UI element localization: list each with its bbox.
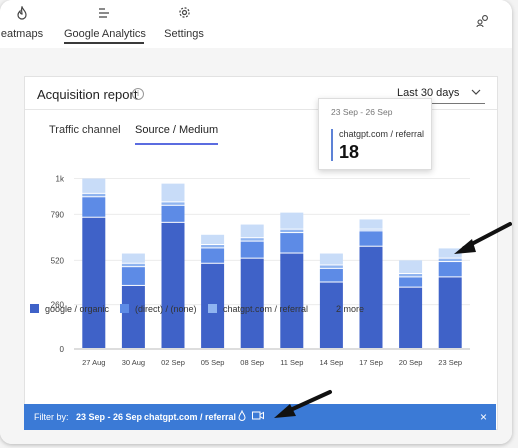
bar-segment [82, 197, 106, 217]
filter-label: Filter by: [34, 412, 69, 422]
legend-direct-none[interactable]: (direct) / (none) [120, 304, 197, 314]
bar-segment [240, 224, 264, 238]
bar-segment [438, 277, 462, 348]
x-tick-label: 14 Sep [320, 358, 344, 367]
y-tick-label: 790 [51, 210, 65, 219]
x-tick-label: 11 Sep [280, 358, 303, 367]
annotation-arrow-right [454, 222, 512, 254]
bar-segment [319, 265, 343, 268]
bar-segment [161, 222, 185, 348]
bar-segment [319, 268, 343, 282]
legend-swatch [30, 304, 39, 313]
bar-segment [121, 285, 145, 348]
bar-segment [121, 267, 145, 285]
bar-segment [82, 193, 106, 197]
bar-segment [240, 238, 264, 241]
bar-segment [359, 229, 383, 231]
close-filter-button[interactable]: × [480, 410, 487, 424]
filter-bar: Filter by: 23 Sep - 26 Sep chatgpt.com /… [24, 404, 496, 430]
bar-segment [201, 234, 225, 245]
y-tick-label: 0 [60, 345, 65, 354]
legend-label: (direct) / (none) [135, 304, 197, 314]
x-tick-label: 08 Sep [240, 358, 264, 367]
legend-more-link[interactable]: 2 more [336, 304, 364, 314]
bar-segment [161, 183, 185, 202]
y-tick-label: 1k [56, 175, 65, 184]
legend-chatgpt-referral[interactable]: chatgpt.com / referral [208, 304, 308, 314]
bar-segment [82, 178, 106, 193]
stacked-bar-chart: 02605207901k27 Aug 30 Aug 02 Sep 05 Sep 08 S… [51, 175, 470, 367]
legend-label: chatgpt.com / referral [223, 304, 309, 314]
drop-icon[interactable] [238, 409, 246, 423]
bar-segment [280, 212, 304, 229]
tooltip-value: 18 [339, 142, 360, 162]
legend-swatch [208, 304, 217, 313]
app-window: eatmaps Google Analytics Settings Acquis… [0, 0, 512, 444]
bar-segment [121, 253, 145, 263]
bar-segment [319, 282, 343, 348]
legend-label: google / organic [45, 304, 110, 314]
x-tick-label: 23 Sep [438, 358, 462, 367]
bar-segment [201, 245, 225, 248]
bar-segment [240, 241, 264, 258]
bar-segment [280, 253, 304, 348]
legend-google-organic[interactable]: google / organic [30, 304, 109, 314]
legend-swatch [120, 304, 129, 313]
bar-segment [161, 205, 185, 222]
x-tick-label: 05 Sep [201, 358, 225, 367]
bar-segment [161, 202, 185, 205]
tooltip-accent [331, 129, 333, 161]
bar-segment [359, 219, 383, 229]
bar-segment [280, 229, 304, 233]
x-tick-label: 02 Sep [161, 358, 185, 367]
x-tick-label: 17 Sep [359, 358, 383, 367]
bar-segment [399, 273, 423, 277]
x-tick-label: 20 Sep [399, 358, 423, 367]
bar-segment [319, 253, 343, 265]
bar-segment [280, 233, 304, 253]
chart-tooltip: 23 Sep - 26 Sep chatgpt.com / referral 1… [318, 98, 432, 170]
x-tick-label: 30 Aug [122, 358, 145, 367]
annotation-arrow-bottom [274, 390, 332, 418]
bar-segment [399, 260, 423, 273]
bar-segment [359, 231, 383, 246]
bar-segment [82, 217, 106, 348]
filter-range: 23 Sep - 26 Sep [76, 412, 143, 422]
bar-segment [201, 248, 225, 263]
video-icon[interactable] [252, 411, 264, 422]
bar-segment [121, 263, 145, 267]
tooltip-range: 23 Sep - 26 Sep [331, 107, 393, 117]
filter-source: chatgpt.com / referral [144, 412, 237, 422]
x-tick-label: 27 Aug [82, 358, 105, 367]
tooltip-label: chatgpt.com / referral [339, 129, 425, 139]
y-tick-label: 520 [51, 256, 65, 265]
bar-segment [359, 246, 383, 348]
bar-segment [399, 277, 423, 287]
bar-segment [399, 287, 423, 348]
